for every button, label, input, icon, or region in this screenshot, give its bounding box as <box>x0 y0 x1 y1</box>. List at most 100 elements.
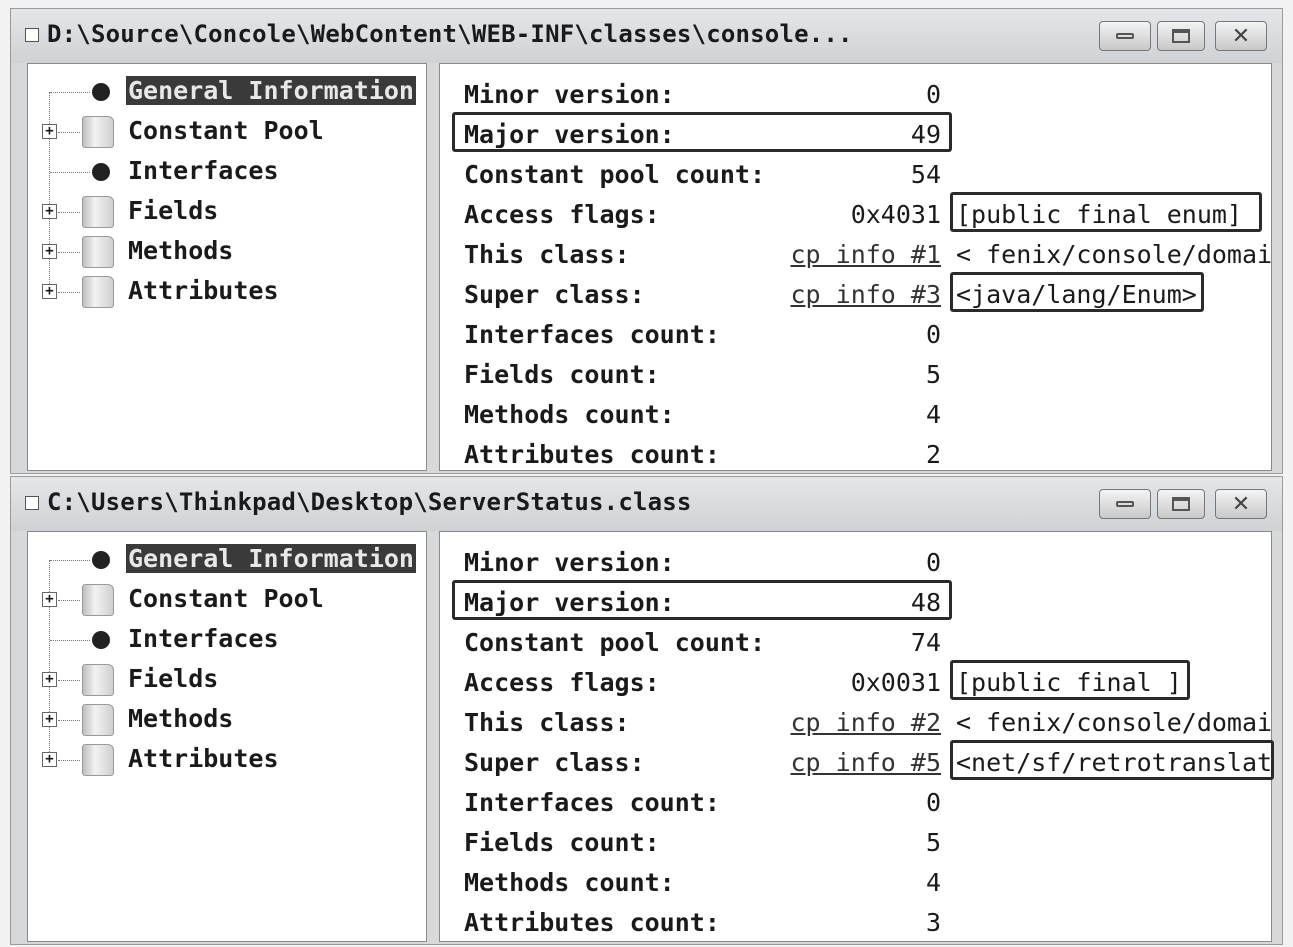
tree-connector <box>58 292 80 293</box>
highlight-box <box>452 580 952 620</box>
maximize-button[interactable] <box>1157 489 1205 519</box>
tree-item-label: Fields <box>128 664 219 693</box>
maximize-button[interactable] <box>1157 21 1205 51</box>
detail-row-fields-count: Fields count: 5 <box>440 824 1271 864</box>
tree-item-label: Constant Pool <box>128 116 324 145</box>
expand-icon[interactable]: + <box>42 244 57 259</box>
tree-item-label: Constant Pool <box>128 584 324 613</box>
expand-icon[interactable]: + <box>42 672 57 687</box>
highlight-box <box>950 740 1274 780</box>
highlight-box <box>950 272 1204 312</box>
detail-extra: < fenix/console/domai <box>956 708 1273 737</box>
detail-label: Access flags: <box>464 200 660 229</box>
detail-label: Interfaces count: <box>464 788 720 817</box>
tree-item-label: Methods <box>128 236 234 265</box>
detail-value: 5 <box>925 360 941 389</box>
detail-label: Minor version: <box>464 548 675 577</box>
tree-item-fields[interactable]: + Fields <box>28 662 426 698</box>
cp-info-link[interactable]: cp info #3 <box>790 280 941 309</box>
tree-connector <box>58 680 80 681</box>
maximize-icon <box>1172 497 1190 511</box>
minimize-button[interactable] <box>1099 21 1151 51</box>
detail-row-interfaces-count: Interfaces count: 0 <box>440 784 1271 824</box>
cp-info-link[interactable]: cp info #2 <box>790 708 941 737</box>
folder-icon <box>82 236 114 268</box>
window-menu-icon[interactable] <box>25 496 39 510</box>
tree-item-general-information[interactable]: General Information <box>28 542 426 578</box>
tree-item-methods[interactable]: + Methods <box>28 234 426 270</box>
detail-label: Attributes count: <box>464 440 720 469</box>
expand-icon[interactable]: + <box>42 712 57 727</box>
detail-row-methods-count: Methods count: 4 <box>440 864 1271 904</box>
tree-item-label: Interfaces <box>128 156 279 185</box>
folder-icon <box>82 116 114 148</box>
folder-icon <box>82 196 114 228</box>
highlight-box <box>950 660 1190 700</box>
detail-value: 74 <box>910 628 941 657</box>
tree-item-general-information[interactable]: General Information <box>28 74 426 110</box>
folder-icon <box>82 744 114 776</box>
expand-icon[interactable]: + <box>42 124 57 139</box>
detail-label: Attributes count: <box>464 908 720 937</box>
window-title: D:\Source\Concole\WebContent\WEB-INF\cla… <box>47 20 853 48</box>
tree-item-fields[interactable]: + Fields <box>28 194 426 230</box>
close-button[interactable]: ✕ <box>1215 21 1267 51</box>
tree-item-label: Attributes <box>128 276 279 305</box>
detail-value: 4 <box>925 400 941 429</box>
tree-connector <box>50 640 90 641</box>
detail-label: Minor version: <box>464 80 675 109</box>
expand-icon[interactable]: + <box>42 592 57 607</box>
tree-item-attributes[interactable]: + Attributes <box>28 274 426 310</box>
detail-row-constant-pool-count: Constant pool count: 74 <box>440 624 1271 664</box>
detail-row-methods-count: Methods count: 4 <box>440 396 1271 436</box>
title-bar[interactable]: D:\Source\Concole\WebContent\WEB-INF\cla… <box>11 9 1282 63</box>
tree-item-label: Fields <box>128 196 219 225</box>
details-panel: Minor version: 0 Major version: 49 Constant … <box>439 63 1272 471</box>
folder-icon <box>82 664 114 696</box>
tree-item-label: General Information <box>126 76 416 105</box>
tree-item-label: Methods <box>128 704 234 733</box>
tree-item-constant-pool[interactable]: + Constant Pool <box>28 114 426 150</box>
tree-item-interfaces[interactable]: Interfaces <box>28 154 426 190</box>
tree-connector <box>58 212 80 213</box>
expand-icon[interactable]: + <box>42 284 57 299</box>
structure-tree[interactable]: General Information + Constant Pool Interfa… <box>27 63 427 471</box>
detail-label: Interfaces count: <box>464 320 720 349</box>
detail-label: This class: <box>464 708 630 737</box>
detail-value: 0x4031 <box>850 200 941 229</box>
detail-row-this-class: This class: cp info #1 < fenix/console/dom… <box>440 236 1273 276</box>
detail-label: Methods count: <box>464 868 675 897</box>
detail-row-attributes-count: Attributes count: 3 <box>440 904 1271 944</box>
class-viewer-window-1: D:\Source\Concole\WebContent\WEB-INF\cla… <box>10 8 1283 474</box>
title-bar[interactable]: C:\Users\Thinkpad\Desktop\ServerStatus.c… <box>11 477 1282 531</box>
minimize-button[interactable] <box>1099 489 1151 519</box>
close-button[interactable]: ✕ <box>1215 489 1267 519</box>
tree-item-attributes[interactable]: + Attributes <box>28 742 426 778</box>
bullet-icon <box>92 551 110 569</box>
cp-info-link[interactable]: cp info #5 <box>790 748 941 777</box>
detail-extra: < fenix/console/domai <box>956 240 1273 269</box>
folder-icon <box>82 584 114 616</box>
tree-connector <box>58 720 80 721</box>
detail-label: Constant pool count: <box>464 628 766 657</box>
tree-connector <box>58 760 80 761</box>
detail-row-this-class: This class: cp info #2 < fenix/console/dom… <box>440 704 1273 744</box>
folder-icon <box>82 704 114 736</box>
tree-item-methods[interactable]: + Methods <box>28 702 426 738</box>
tree-connector <box>58 600 80 601</box>
tree-item-interfaces[interactable]: Interfaces <box>28 622 426 658</box>
detail-value: 0 <box>925 320 941 349</box>
window-menu-icon[interactable] <box>25 28 39 42</box>
class-viewer-window-2: C:\Users\Thinkpad\Desktop\ServerStatus.c… <box>10 476 1283 945</box>
cp-info-link[interactable]: cp info #1 <box>790 240 941 269</box>
structure-tree[interactable]: General Information + Constant Pool Interfa… <box>27 531 427 942</box>
expand-icon[interactable]: + <box>42 752 57 767</box>
detail-label: Constant pool count: <box>464 160 766 189</box>
details-panel: Minor version: 0 Major version: 48 Constant … <box>439 531 1274 944</box>
detail-value: 0x0031 <box>850 668 941 697</box>
tree-item-constant-pool[interactable]: + Constant Pool <box>28 582 426 618</box>
detail-value: 4 <box>925 868 941 897</box>
detail-row-fields-count: Fields count: 5 <box>440 356 1271 396</box>
expand-icon[interactable]: + <box>42 204 57 219</box>
detail-value: 3 <box>925 908 941 937</box>
